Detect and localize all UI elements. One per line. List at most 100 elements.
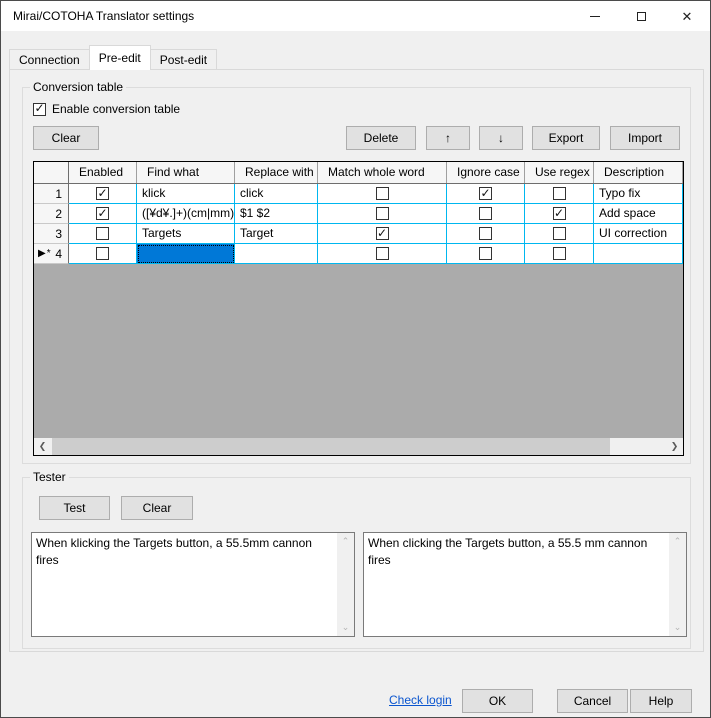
scroll-left-arrow-icon[interactable]: ❮	[34, 438, 51, 455]
cell-match-whole-word-checkbox[interactable]	[376, 207, 389, 220]
cell-enabled[interactable]	[69, 224, 137, 244]
cell-ignore-case[interactable]	[447, 244, 525, 264]
scroll-up-arrow-icon[interactable]: ⌃	[669, 533, 686, 550]
cell-description[interactable]: Add space	[594, 204, 683, 224]
title-bar: Mirai/COTOHA Translator settings ✕	[1, 1, 710, 31]
cell-find-what[interactable]: ([¥d¥.]+)(cm|mm)	[137, 204, 235, 224]
cell-enabled[interactable]	[69, 244, 137, 264]
cell-ignore-case[interactable]	[447, 224, 525, 244]
cell-find-what[interactable]: Targets	[137, 224, 235, 244]
column-header-enabled[interactable]: Enabled	[69, 162, 137, 183]
row-header-3[interactable]: 3	[34, 224, 69, 244]
tester-input-textarea[interactable]: When klicking the Targets button, a 55.5…	[32, 533, 354, 636]
tab-pre-edit[interactable]: Pre-edit	[89, 45, 151, 70]
grid-horizontal-scrollbar[interactable]: ❮ ❯	[34, 438, 683, 455]
tab-connection[interactable]: Connection	[9, 49, 90, 70]
scrollbar-track[interactable]	[51, 438, 666, 455]
cell-ignore-case-checkbox[interactable]	[479, 247, 492, 260]
cell-use-regex-checkbox[interactable]	[553, 227, 566, 240]
grid-row-4: ▶*4	[34, 244, 683, 264]
test-button[interactable]: Test	[39, 496, 110, 520]
cell-match-whole-word-checkbox[interactable]	[376, 227, 389, 240]
tab-post-edit[interactable]: Post-edit	[150, 49, 217, 70]
cell-enabled[interactable]	[69, 184, 137, 204]
cell-match-whole-word-checkbox[interactable]	[376, 247, 389, 260]
dialog-window: Mirai/COTOHA Translator settings ✕ Conne…	[0, 0, 711, 718]
tester-output-scrollbar[interactable]: ⌃ ⌄	[669, 533, 686, 636]
scroll-down-arrow-icon[interactable]: ⌄	[337, 619, 354, 636]
cell-use-regex-checkbox[interactable]	[553, 247, 566, 260]
cell-description[interactable]: UI correction	[594, 224, 683, 244]
enable-conversion-checkbox-box[interactable]	[33, 103, 46, 116]
tester-output-textarea[interactable]: When clicking the Targets button, a 55.5…	[364, 533, 686, 636]
cell-enabled-checkbox[interactable]	[96, 207, 109, 220]
cell-use-regex[interactable]	[525, 224, 594, 244]
cell-replace-with[interactable]	[235, 244, 318, 264]
cell-ignore-case-checkbox[interactable]	[479, 227, 492, 240]
cell-description[interactable]	[594, 244, 683, 264]
column-header-find-what[interactable]: Find what	[137, 162, 235, 183]
help-button[interactable]: Help	[630, 689, 692, 713]
column-header-match-whole-word[interactable]: Match whole word	[318, 162, 447, 183]
enable-conversion-checkbox-label: Enable conversion table	[52, 102, 180, 116]
cell-match-whole-word[interactable]	[318, 244, 447, 264]
grid-corner-cell[interactable]	[34, 162, 69, 183]
cell-enabled-checkbox[interactable]	[96, 227, 109, 240]
row-header-2[interactable]: 2	[34, 204, 69, 224]
cell-enabled[interactable]	[69, 204, 137, 224]
cell-match-whole-word-checkbox[interactable]	[376, 187, 389, 200]
export-button[interactable]: Export	[532, 126, 600, 150]
tab-page-pre-edit: Conversion table Enable conversion table…	[9, 69, 704, 652]
enable-conversion-checkbox[interactable]: Enable conversion table	[33, 102, 180, 116]
tester-clear-button[interactable]: Clear	[121, 496, 193, 520]
conversion-grid: EnabledFind whatReplace withMatch whole …	[33, 161, 684, 456]
cell-find-what[interactable]: klick	[137, 184, 235, 204]
close-button[interactable]: ✕	[664, 1, 710, 31]
delete-row-button[interactable]: Delete	[346, 126, 416, 150]
ok-button[interactable]: OK	[462, 689, 533, 713]
cell-ignore-case-checkbox[interactable]	[479, 207, 492, 220]
clear-table-button[interactable]: Clear	[33, 126, 99, 150]
row-header-1[interactable]: 1	[34, 184, 69, 204]
cell-description[interactable]: Typo fix	[594, 184, 683, 204]
cell-use-regex-checkbox[interactable]	[553, 187, 566, 200]
cell-match-whole-word[interactable]	[318, 224, 447, 244]
window-title: Mirai/COTOHA Translator settings	[13, 9, 194, 23]
move-down-button[interactable]: ↓	[479, 126, 523, 150]
cell-replace-with[interactable]: click	[235, 184, 318, 204]
row-header-4[interactable]: ▶*4	[34, 244, 69, 264]
cell-use-regex[interactable]	[525, 244, 594, 264]
cell-use-regex[interactable]	[525, 204, 594, 224]
check-login-link[interactable]: Check login	[389, 693, 452, 707]
move-up-button[interactable]: ↑	[426, 126, 470, 150]
tab-strip: Connection Pre-edit Post-edit	[9, 45, 216, 70]
cell-replace-with[interactable]: $1 $2	[235, 204, 318, 224]
column-header-ignore-case[interactable]: Ignore case	[447, 162, 525, 183]
cell-match-whole-word[interactable]	[318, 204, 447, 224]
cancel-button[interactable]: Cancel	[557, 689, 628, 713]
minimize-button[interactable]	[572, 1, 618, 31]
scroll-up-arrow-icon[interactable]: ⌃	[337, 533, 354, 550]
tester-group-label: Tester	[30, 470, 69, 484]
cell-find-what[interactable]	[137, 244, 235, 264]
column-header-use-regex[interactable]: Use regex	[525, 162, 594, 183]
scroll-down-arrow-icon[interactable]: ⌄	[669, 619, 686, 636]
cell-replace-with[interactable]: Target	[235, 224, 318, 244]
cell-enabled-checkbox[interactable]	[96, 187, 109, 200]
import-button[interactable]: Import	[610, 126, 680, 150]
cell-use-regex[interactable]	[525, 184, 594, 204]
maximize-button[interactable]	[618, 1, 664, 31]
scroll-right-arrow-icon[interactable]: ❯	[666, 438, 683, 455]
cell-ignore-case[interactable]	[447, 204, 525, 224]
column-header-replace-with[interactable]: Replace with	[235, 162, 318, 183]
cell-match-whole-word[interactable]	[318, 184, 447, 204]
cell-ignore-case[interactable]	[447, 184, 525, 204]
cell-use-regex-checkbox[interactable]	[553, 207, 566, 220]
grid-empty-area	[34, 264, 683, 438]
tester-input-scrollbar[interactable]: ⌃ ⌄	[337, 533, 354, 636]
cell-ignore-case-checkbox[interactable]	[479, 187, 492, 200]
scrollbar-thumb[interactable]	[52, 438, 610, 455]
column-header-description[interactable]: Description	[594, 162, 683, 183]
cell-enabled-checkbox[interactable]	[96, 247, 109, 260]
grid-row-3: 3 TargetsTarget UI correction	[34, 224, 683, 244]
